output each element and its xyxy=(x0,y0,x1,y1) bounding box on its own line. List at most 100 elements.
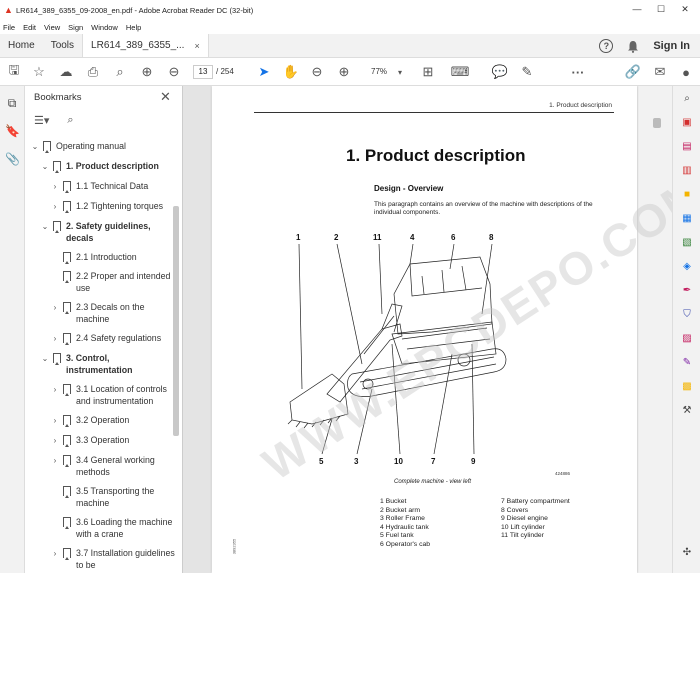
notification-bell-icon[interactable] xyxy=(627,40,639,53)
page-fit-icon[interactable]: ⊞ xyxy=(420,64,436,80)
tab-home[interactable]: Home xyxy=(0,34,43,57)
legend-entry: 9 Diesel engine xyxy=(501,515,548,523)
bookmark-item[interactable]: › 3.7 Installation guidelines to be xyxy=(25,547,175,571)
bookmark-search-icon[interactable]: ⌕ xyxy=(67,114,73,127)
chevron-right-icon[interactable]: › xyxy=(51,548,59,560)
bookmark-item[interactable]: 3.6 Loading the machine with a crane xyxy=(25,516,175,540)
zoom-dropdown-icon[interactable]: ▾ xyxy=(392,64,408,80)
bookmark-flag-icon xyxy=(63,455,71,467)
bookmarks-scrollbar[interactable] xyxy=(173,206,179,436)
zoom-out-icon[interactable]: ⊖ xyxy=(309,64,325,80)
page-number-input[interactable]: 13 xyxy=(193,65,213,79)
edit-pdf-icon[interactable]: ▥ xyxy=(680,164,694,178)
search-tool-icon[interactable]: ⌕ xyxy=(680,92,694,106)
menu-edit[interactable]: Edit xyxy=(23,23,36,32)
chevron-right-icon[interactable]: › xyxy=(51,201,59,213)
bookmark-item[interactable]: › 2.3 Decals on the machine xyxy=(25,301,175,325)
bookmark-item[interactable]: ⌄ 3. Control, instrumentation xyxy=(25,352,175,376)
expand-panel-icon[interactable]: ✣ xyxy=(680,546,694,560)
email-icon[interactable]: ✉ xyxy=(652,64,668,80)
bookmark-item[interactable]: ⌄ 2. Safety guidelines, decals xyxy=(25,220,175,244)
bookmark-item[interactable]: › 1.2 Tightening torques xyxy=(25,200,175,213)
hand-tool-icon[interactable]: ✋ xyxy=(283,64,299,80)
minimize-button[interactable]: — xyxy=(630,4,644,14)
chevron-down-icon[interactable]: ⌄ xyxy=(31,141,39,153)
upload-cloud-icon[interactable]: ☁ xyxy=(58,64,74,80)
redact-icon[interactable]: ▩ xyxy=(680,380,694,394)
share-link-icon[interactable]: 🔗 xyxy=(625,64,641,80)
chevron-right-icon[interactable]: › xyxy=(51,435,59,447)
menu-view[interactable]: View xyxy=(44,23,60,32)
bookmark-flag-icon xyxy=(63,271,71,283)
chevron-down-icon[interactable]: ⌄ xyxy=(41,221,49,233)
bookmark-item[interactable]: ⌄ 1. Product description xyxy=(25,160,175,173)
bookmark-item[interactable]: › 1.1 Technical Data xyxy=(25,180,175,193)
document-scrollbar[interactable] xyxy=(653,118,661,128)
maximize-button[interactable]: ☐ xyxy=(654,4,668,15)
keyboard-icon[interactable]: ⌨ xyxy=(451,64,470,80)
chevron-right-icon[interactable]: › xyxy=(51,333,59,345)
bookmark-item[interactable]: 3.5 Transporting the machine xyxy=(25,485,175,509)
sign-in-button[interactable]: Sign In xyxy=(653,40,690,52)
combine-files-icon[interactable]: ▦ xyxy=(680,212,694,226)
more-tools-icon[interactable]: ⚒ xyxy=(680,404,694,418)
attachments-icon[interactable]: 📎 xyxy=(5,152,20,166)
search-zoom-icon[interactable]: ⌕ xyxy=(112,64,128,80)
bookmark-item[interactable]: 2.1 Introduction xyxy=(25,251,175,264)
prepare-form-icon[interactable]: ✎ xyxy=(680,356,694,370)
help-icon[interactable]: ? xyxy=(599,39,614,53)
window-title: LR614_389_6355_09-2008_en.pdf - Adobe Ac… xyxy=(16,5,254,15)
bookmarks-title: Bookmarks xyxy=(34,92,82,103)
chevron-right-icon[interactable]: › xyxy=(51,415,59,427)
comment-tool-icon[interactable]: ■ xyxy=(680,188,694,202)
more-options-icon[interactable]: ··· xyxy=(570,64,586,80)
highlight-pen-icon[interactable]: ✎ xyxy=(519,64,535,80)
legend-entry: 10 Lift cylinder xyxy=(501,523,545,531)
bookmark-item[interactable]: ⌄ Operating manual xyxy=(25,140,175,153)
select-cursor-icon[interactable]: ➤ xyxy=(256,64,272,80)
organize-pages-icon[interactable]: ▧ xyxy=(680,236,694,250)
menu-sign[interactable]: Sign xyxy=(68,23,83,32)
bookmark-item[interactable]: 2.2 Proper and intended use xyxy=(25,270,175,294)
create-pdf-icon[interactable]: ▤ xyxy=(680,140,694,154)
bookmark-item[interactable]: › 3.2 Operation xyxy=(25,414,175,427)
close-panel-icon[interactable]: ✕ xyxy=(160,89,171,105)
chevron-right-icon[interactable]: › xyxy=(51,384,59,396)
bookmark-item[interactable]: › 3.4 General working methods xyxy=(25,454,175,478)
tab-tools[interactable]: Tools xyxy=(43,34,82,57)
account-icon[interactable]: ● xyxy=(678,64,694,80)
menu-help[interactable]: Help xyxy=(126,23,141,32)
tab-bar: Home Tools LR614_389_6355_... × ? Sign I… xyxy=(0,34,700,58)
chevron-down-icon[interactable]: ⌄ xyxy=(41,353,49,365)
protect-icon[interactable]: ⛉ xyxy=(680,308,694,322)
tab-document[interactable]: LR614_389_6355_... × xyxy=(82,34,209,57)
save-icon[interactable]: 🖫 xyxy=(6,62,22,80)
bookmark-options-icon[interactable]: ☰▾ xyxy=(34,114,49,127)
print-icon[interactable]: ⎙ xyxy=(85,64,101,80)
close-window-button[interactable]: ✕ xyxy=(678,4,692,15)
bookmark-item[interactable]: › 3.1 Location of controls and instrument… xyxy=(25,383,175,407)
callout-4: 4 xyxy=(410,233,415,242)
fill-sign-icon[interactable]: ✒ xyxy=(680,284,694,298)
page-thumbnails-icon[interactable]: ⧉ xyxy=(5,96,19,110)
menu-window[interactable]: Window xyxy=(91,23,118,32)
bookmark-item[interactable]: › 3.3 Operation xyxy=(25,434,175,447)
zoom-in-icon[interactable]: ⊕ xyxy=(336,64,352,80)
bookmark-flag-icon xyxy=(43,141,51,153)
bookmark-item[interactable]: › 2.4 Safety regulations xyxy=(25,332,175,345)
menu-file[interactable]: File xyxy=(3,23,15,32)
bookmark-star-icon[interactable]: ☆ xyxy=(31,64,47,80)
export-pdf-icon[interactable]: ▣ xyxy=(680,116,694,130)
bookmarks-icon[interactable]: 🔖 xyxy=(5,124,20,138)
scan-ocr-icon[interactable]: ◈ xyxy=(680,260,694,274)
tab-close-icon[interactable]: × xyxy=(194,41,199,51)
chevron-right-icon[interactable]: › xyxy=(51,181,59,193)
chevron-right-icon[interactable]: › xyxy=(51,302,59,314)
chevron-right-icon[interactable]: › xyxy=(51,455,59,467)
next-page-icon[interactable]: ⊖ xyxy=(166,64,182,80)
chevron-down-icon[interactable]: ⌄ xyxy=(41,161,49,173)
previous-page-icon[interactable]: ⊕ xyxy=(139,64,155,80)
send-for-signature-icon[interactable]: ▨ xyxy=(680,332,694,346)
bookmark-flag-icon xyxy=(63,435,71,447)
comment-icon[interactable]: 💬 xyxy=(492,64,508,80)
